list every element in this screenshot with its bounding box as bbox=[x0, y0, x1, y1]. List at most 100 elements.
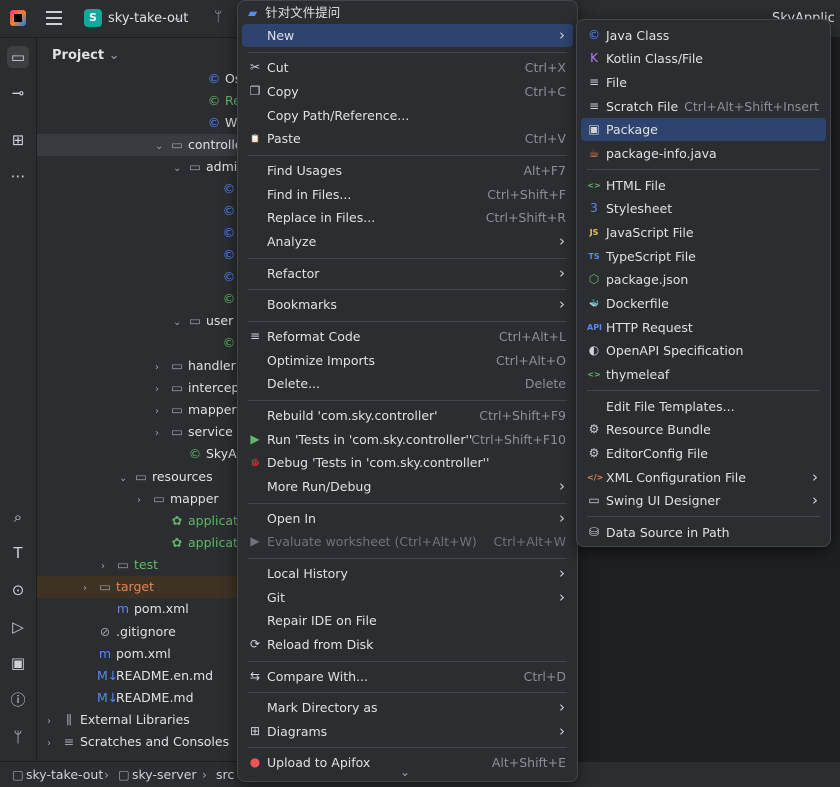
menu-item-thymeleaf[interactable]: <> thymeleaf bbox=[581, 363, 826, 386]
chevron-down-icon[interactable]: ⌄ bbox=[173, 312, 187, 334]
menu-item-reformat-code[interactable]: ≡ Reformat Code Ctrl+Alt+L bbox=[242, 325, 573, 348]
git-icon[interactable]: ᛘ bbox=[7, 726, 29, 748]
breadcrumb-item[interactable]: src bbox=[216, 767, 234, 782]
menu-item-new[interactable]: New › bbox=[242, 24, 573, 47]
tree-item[interactable]: ©C bbox=[37, 178, 257, 200]
menu-item-rebuild-com-sky-controller[interactable]: Rebuild 'com.sky.controller' Ctrl+Shift+F… bbox=[242, 404, 573, 427]
run-icon[interactable]: ▷ bbox=[7, 616, 29, 638]
menu-item-package-info-java[interactable]: ☕ package-info.java bbox=[581, 142, 826, 165]
chevron-right-icon[interactable]: › bbox=[47, 733, 61, 755]
tree-item[interactable]: ✿ application bbox=[37, 510, 257, 532]
tree-item[interactable]: › ▭ test bbox=[37, 554, 257, 576]
intellij-logo-icon[interactable] bbox=[10, 10, 26, 26]
menu-item-html-file[interactable]: <> HTML File bbox=[581, 174, 826, 197]
chevron-right-icon[interactable]: › bbox=[137, 490, 151, 512]
tree-item[interactable]: ⌄ ▭ user bbox=[37, 310, 257, 332]
menu-item-compare-with[interactable]: ⇆ Compare With... Ctrl+D bbox=[242, 665, 573, 688]
breadcrumb-item[interactable]: sky-take-out bbox=[26, 767, 103, 782]
menu-item-diagrams[interactable]: ⊞ Diagrams › bbox=[242, 720, 573, 743]
breadcrumb-item[interactable]: sky-server bbox=[132, 767, 197, 782]
menu-item-delete[interactable]: Delete... Delete bbox=[242, 372, 573, 395]
chevron-right-icon[interactable]: › bbox=[83, 578, 97, 600]
tree-item[interactable]: › ≡ Scratches and Consoles bbox=[37, 731, 257, 753]
chevron-right-icon[interactable]: › bbox=[155, 379, 169, 401]
scroll-down-icon[interactable]: ⌄ bbox=[400, 765, 410, 779]
chevron-right-icon[interactable]: › bbox=[155, 401, 169, 423]
ai-ask-header[interactable]: ▰ 针对文件提问 bbox=[248, 4, 340, 22]
menu-item-kotlin-class-file[interactable]: K Kotlin Class/File bbox=[581, 47, 826, 70]
menu-item-http-request[interactable]: API HTTP Request bbox=[581, 316, 826, 339]
menu-item-scratch-file[interactable]: ≡ Scratch File Ctrl+Alt+Shift+Insert bbox=[581, 95, 826, 118]
menu-item-mark-directory-as[interactable]: Mark Directory as › bbox=[242, 696, 573, 719]
tree-item[interactable]: ✿ application bbox=[37, 532, 257, 554]
tree-item[interactable]: ⌄ ▭ admi bbox=[37, 156, 257, 178]
commit-icon[interactable]: ⊸ bbox=[7, 82, 29, 104]
tree-item[interactable]: M↓README.md bbox=[37, 687, 257, 709]
tree-item[interactable]: M↓README.en.md bbox=[37, 665, 257, 687]
terminal-icon[interactable]: ▣ bbox=[7, 652, 29, 674]
menu-item-cut[interactable]: ✂ Cut Ctrl+X bbox=[242, 56, 573, 79]
tree-item[interactable]: › ⫼ External Libraries bbox=[37, 709, 257, 731]
search-icon[interactable]: ⌕ bbox=[7, 506, 29, 528]
menu-item-git[interactable]: Git › bbox=[242, 586, 573, 609]
structure-icon[interactable]: ⊞ bbox=[7, 129, 29, 151]
menu-item-copy-path-reference[interactable]: Copy Path/Reference... bbox=[242, 104, 573, 127]
tree-item[interactable]: ©Er bbox=[37, 244, 257, 266]
main-menu-icon[interactable] bbox=[46, 11, 62, 25]
menu-item-edit-file-templates[interactable]: Edit File Templates... bbox=[581, 395, 826, 418]
menu-item-xml-configuration-file[interactable]: </> XML Configuration File › bbox=[581, 466, 826, 489]
chevron-right-icon[interactable]: › bbox=[101, 556, 115, 578]
chevron-down-icon[interactable]: ⌄ bbox=[173, 158, 187, 180]
tree-item[interactable]: ⊘ .gitignore bbox=[37, 621, 257, 643]
chevron-down-icon[interactable]: ⌄ bbox=[119, 468, 133, 490]
tree-item[interactable]: ©C bbox=[37, 200, 257, 222]
menu-item-editorconfig-file[interactable]: ⚙ EditorConfig File bbox=[581, 442, 826, 465]
menu-item-reload-from-disk[interactable]: ⟳ Reload from Disk bbox=[242, 633, 573, 656]
tree-item[interactable]: ©D bbox=[37, 222, 257, 244]
menu-item-find-usages[interactable]: Find Usages Alt+F7 bbox=[242, 159, 573, 182]
tree-item[interactable]: ©Sh bbox=[37, 288, 257, 310]
menu-item-optimize-imports[interactable]: Optimize Imports Ctrl+Alt+O bbox=[242, 349, 573, 372]
menu-item-refactor[interactable]: Refactor › bbox=[242, 262, 573, 285]
tree-item[interactable]: › ▭ intercep bbox=[37, 377, 257, 399]
chevron-right-icon[interactable]: › bbox=[155, 423, 169, 445]
menu-item-dockerfile[interactable]: 🐳 Dockerfile bbox=[581, 292, 826, 315]
tree-item[interactable]: ©Redis bbox=[37, 90, 257, 112]
chevron-right-icon[interactable]: › bbox=[47, 711, 61, 733]
chevron-down-icon[interactable]: ⌄ bbox=[155, 136, 169, 158]
tree-item[interactable]: ©Se bbox=[37, 266, 257, 288]
tree-item[interactable]: ©Sh bbox=[37, 332, 257, 354]
project-panel-title[interactable]: Project ⌄ bbox=[52, 48, 120, 63]
menu-item-openapi-specification[interactable]: ◐ OpenAPI Specification bbox=[581, 339, 826, 362]
menu-item-javascript-file[interactable]: JS JavaScript File bbox=[581, 221, 826, 244]
menu-item-run-tests-in-com-sky-controller[interactable]: ▶ Run 'Tests in 'com.sky.controller'' Ctrl… bbox=[242, 428, 573, 451]
project-folder-icon[interactable]: ▭ bbox=[7, 46, 29, 68]
menu-item-local-history[interactable]: Local History › bbox=[242, 562, 573, 585]
menu-item-open-in[interactable]: Open In › bbox=[242, 507, 573, 530]
problems-icon[interactable]: ⓘ bbox=[7, 689, 29, 711]
tree-item[interactable]: › ▭ target bbox=[37, 576, 257, 598]
more-icon[interactable]: ⋯ bbox=[7, 165, 29, 187]
services-icon[interactable]: ⊙ bbox=[7, 579, 29, 601]
menu-item-file[interactable]: ≡ File bbox=[581, 71, 826, 94]
chevron-down-icon[interactable]: ⌄ bbox=[172, 10, 182, 24]
menu-item-paste[interactable]: 📋 Paste Ctrl+V bbox=[242, 127, 573, 150]
tree-item[interactable]: ⌄ ▭ resources bbox=[37, 466, 257, 488]
menu-item-bookmarks[interactable]: Bookmarks › bbox=[242, 293, 573, 316]
chevron-right-icon[interactable]: › bbox=[155, 357, 169, 379]
menu-item-analyze[interactable]: Analyze › bbox=[242, 230, 573, 253]
menu-item-swing-ui-designer[interactable]: ▭ Swing UI Designer › bbox=[581, 489, 826, 512]
tree-item[interactable]: m pom.xml bbox=[37, 598, 257, 620]
menu-item-typescript-file[interactable]: TS TypeScript File bbox=[581, 245, 826, 268]
tree-item[interactable]: ⌄ ▭ controller bbox=[37, 134, 257, 156]
tree-item[interactable]: › ▭ handler bbox=[37, 355, 257, 377]
menu-item-package-json[interactable]: ⬡ package.json bbox=[581, 268, 826, 291]
vcs-branch-icon[interactable]: ᛘ bbox=[214, 9, 222, 25]
menu-item-replace-in-files[interactable]: Replace in Files... Ctrl+Shift+R bbox=[242, 206, 573, 229]
tree-item[interactable]: › ▭ mapper bbox=[37, 399, 257, 421]
menu-item-data-source-in-path[interactable]: ⛁ Data Source in Path bbox=[581, 521, 826, 544]
tree-item[interactable]: › ▭ mapper bbox=[37, 488, 257, 510]
project-badge[interactable]: S bbox=[84, 9, 102, 27]
tree-item[interactable]: m pom.xml bbox=[37, 643, 257, 665]
menu-item-more-run-debug[interactable]: More Run/Debug › bbox=[242, 475, 573, 498]
